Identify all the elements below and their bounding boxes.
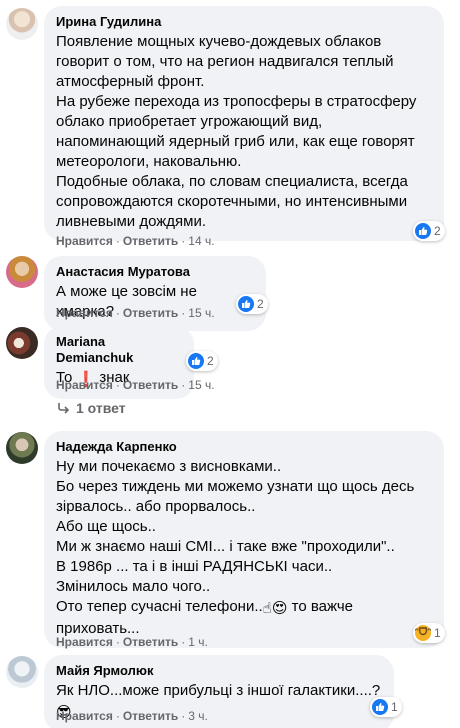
view-replies-link[interactable]: 1 ответ bbox=[56, 400, 126, 416]
reply-button[interactable]: Ответить bbox=[123, 635, 178, 649]
reactions-count: 1 bbox=[434, 626, 441, 640]
reactions-badge[interactable]: 2 bbox=[413, 221, 445, 241]
reply-button[interactable]: Ответить bbox=[123, 306, 178, 320]
comment-actions: Нравится · Ответить · 15 ч. bbox=[56, 306, 215, 320]
reactions-badge[interactable]: ᵔᗜᵔ 1 bbox=[413, 623, 445, 643]
reactions-badge[interactable]: 1 bbox=[370, 697, 402, 717]
reply-arrow-icon bbox=[58, 403, 70, 414]
reactions-count: 2 bbox=[434, 224, 441, 238]
finger-emoji-icon: ☝ bbox=[262, 600, 272, 617]
hearts-face-emoji-icon: 😍 bbox=[271, 600, 288, 617]
reactions-badge[interactable]: 2 bbox=[236, 294, 268, 314]
reactions-badge[interactable]: 2 bbox=[186, 351, 218, 371]
reactions-count: 2 bbox=[207, 354, 214, 368]
reactions-count: 1 bbox=[391, 700, 398, 714]
like-icon bbox=[372, 699, 388, 715]
comment-time[interactable]: 15 ч. bbox=[188, 306, 214, 320]
avatar[interactable] bbox=[6, 327, 38, 359]
avatar[interactable] bbox=[6, 656, 38, 688]
comment-time[interactable]: 3 ч. bbox=[188, 709, 208, 723]
avatar[interactable] bbox=[6, 8, 38, 40]
reply-button[interactable]: Ответить bbox=[123, 234, 178, 248]
comment-author[interactable]: Mariana Demianchuk bbox=[56, 334, 182, 366]
comment-bubble: Ирина Гудилина Появление мощных кучево-д… bbox=[44, 6, 444, 241]
comment-actions: Нравится · Ответить · 14 ч. bbox=[56, 234, 215, 248]
reply-button[interactable]: Ответить bbox=[123, 709, 178, 723]
comment-bubble: Надежда Карпенко Ну ми почекаємо з висно… bbox=[44, 431, 444, 648]
like-button[interactable]: Нравится bbox=[56, 709, 113, 723]
comment-actions: Нравится · Ответить · 15 ч. bbox=[56, 378, 215, 392]
comment-author[interactable]: Майя Ярмолюк bbox=[56, 663, 382, 679]
like-button[interactable]: Нравится bbox=[56, 306, 113, 320]
like-icon bbox=[188, 353, 204, 369]
like-icon bbox=[415, 223, 431, 239]
comment-time[interactable]: 15 ч. bbox=[188, 378, 214, 392]
comment-author[interactable]: Ирина Гудилина bbox=[56, 14, 432, 30]
avatar[interactable] bbox=[6, 432, 38, 464]
avatar[interactable] bbox=[6, 256, 38, 288]
reactions-count: 2 bbox=[257, 297, 264, 311]
comment-time[interactable]: 14 ч. bbox=[188, 234, 214, 248]
haha-icon: ᵔᗜᵔ bbox=[415, 625, 431, 641]
comment-actions: Нравится · Ответить · 1 ч. bbox=[56, 635, 208, 649]
like-button[interactable]: Нравится bbox=[56, 378, 113, 392]
replies-count-label[interactable]: 1 ответ bbox=[76, 400, 126, 416]
like-icon bbox=[238, 296, 254, 312]
comment-author[interactable]: Надежда Карпенко bbox=[56, 439, 432, 455]
comment-actions: Нравится · Ответить · 3 ч. bbox=[56, 709, 208, 723]
reply-button[interactable]: Ответить bbox=[123, 378, 178, 392]
comment-time[interactable]: 1 ч. bbox=[188, 635, 208, 649]
comment-text: Появление мощных кучево-дождевых облаков… bbox=[56, 33, 417, 230]
like-button[interactable]: Нравится bbox=[56, 635, 113, 649]
comment-author[interactable]: Анастасия Муратова bbox=[56, 264, 254, 280]
comment-text: Ну ми почекаємо з висновками.. Бо через … bbox=[56, 458, 415, 637]
like-button[interactable]: Нравится bbox=[56, 234, 113, 248]
